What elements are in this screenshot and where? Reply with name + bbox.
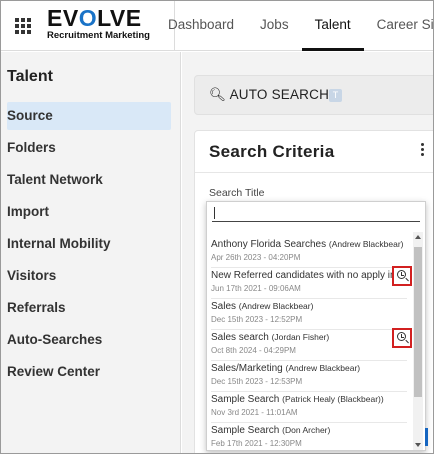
auto-search-label: 🔍︎ AUTO SEARCH xyxy=(209,87,330,102)
nav-tab-talent[interactable]: Talent xyxy=(301,1,364,51)
logo-subtitle: Recruitment Marketing xyxy=(47,30,150,41)
top-header: EVOLVE Recruitment Marketing Dashboard J… xyxy=(1,1,433,51)
nav-tab-career-sites[interactable]: Career Sites xyxy=(364,1,433,51)
main-nav: Dashboard Jobs Talent Career Sites xyxy=(168,1,433,51)
sidebar-item-internal-mobility[interactable]: Internal Mobility xyxy=(7,230,171,258)
search-title-input[interactable] xyxy=(212,206,420,222)
sidebar-item-talent-network[interactable]: Talent Network xyxy=(7,166,171,194)
sidebar-item-review-center[interactable]: Review Center xyxy=(7,358,171,386)
list-item[interactable]: Sample Search (Don Archer) Feb 17th 2021… xyxy=(211,423,411,452)
search-title-label: Search Title xyxy=(209,187,265,199)
sidebar: Talent Source Folders Talent Network Imp… xyxy=(1,52,181,453)
scrollbar-thumb[interactable] xyxy=(414,247,422,397)
saved-search-list: Anthony Florida Searches (Andrew Blackbe… xyxy=(207,232,412,452)
auto-search-bar[interactable]: 🔍︎ AUTO SEARCH T xyxy=(194,75,433,115)
list-item[interactable]: New Referred candidates with no apply in… xyxy=(211,266,412,300)
nav-tab-jobs[interactable]: Jobs xyxy=(247,1,302,51)
search-title-dropdown: Anthony Florida Searches (Andrew Blackbe… xyxy=(206,201,426,451)
app-frame: EVOLVE Recruitment Marketing Dashboard J… xyxy=(0,0,434,454)
list-item[interactable]: Sales (Andrew Blackbear) Dec 15th 2023 -… xyxy=(211,299,411,331)
scroll-up-arrow-icon[interactable] xyxy=(415,235,421,239)
sidebar-item-source[interactable]: Source xyxy=(7,102,171,130)
auto-search-badge: T xyxy=(329,89,342,102)
sidebar-item-visitors[interactable]: Visitors xyxy=(7,262,171,290)
text-caret xyxy=(214,207,215,219)
app-grid-icon[interactable] xyxy=(11,14,33,36)
sidebar-title: Talent xyxy=(7,68,53,85)
auto-search-clock-icon[interactable] xyxy=(392,328,412,348)
evolve-logo[interactable]: EVOLVE Recruitment Marketing xyxy=(47,6,167,46)
sidebar-item-folders[interactable]: Folders xyxy=(7,134,171,162)
card-header: Search Criteria xyxy=(195,131,433,173)
search-icon: 🔍︎ xyxy=(209,87,227,102)
list-item[interactable]: Sales/Marketing (Andrew Blackbear) Dec 1… xyxy=(211,361,411,393)
scroll-down-arrow-icon[interactable] xyxy=(415,443,421,447)
kebab-menu-icon[interactable] xyxy=(421,143,425,159)
list-item[interactable]: Sales search (Jordan Fisher) Oct 8th 202… xyxy=(211,328,412,362)
logo-brand: EVOLVE xyxy=(47,5,142,31)
sidebar-item-referrals[interactable]: Referrals xyxy=(7,294,171,322)
auto-search-clock-icon[interactable] xyxy=(392,266,412,286)
focus-edge-indicator xyxy=(425,428,428,446)
nav-tab-dashboard[interactable]: Dashboard xyxy=(168,1,247,51)
card-title: Search Criteria xyxy=(209,142,335,161)
sidebar-item-import[interactable]: Import xyxy=(7,198,171,226)
sidebar-item-auto-searches[interactable]: Auto-Searches xyxy=(7,326,171,354)
list-item[interactable]: Anthony Florida Searches (Andrew Blackbe… xyxy=(211,237,411,269)
dropdown-scrollbar[interactable] xyxy=(413,232,423,450)
list-item[interactable]: Sample Search (Patrick Healy (Blackbear)… xyxy=(211,392,411,424)
